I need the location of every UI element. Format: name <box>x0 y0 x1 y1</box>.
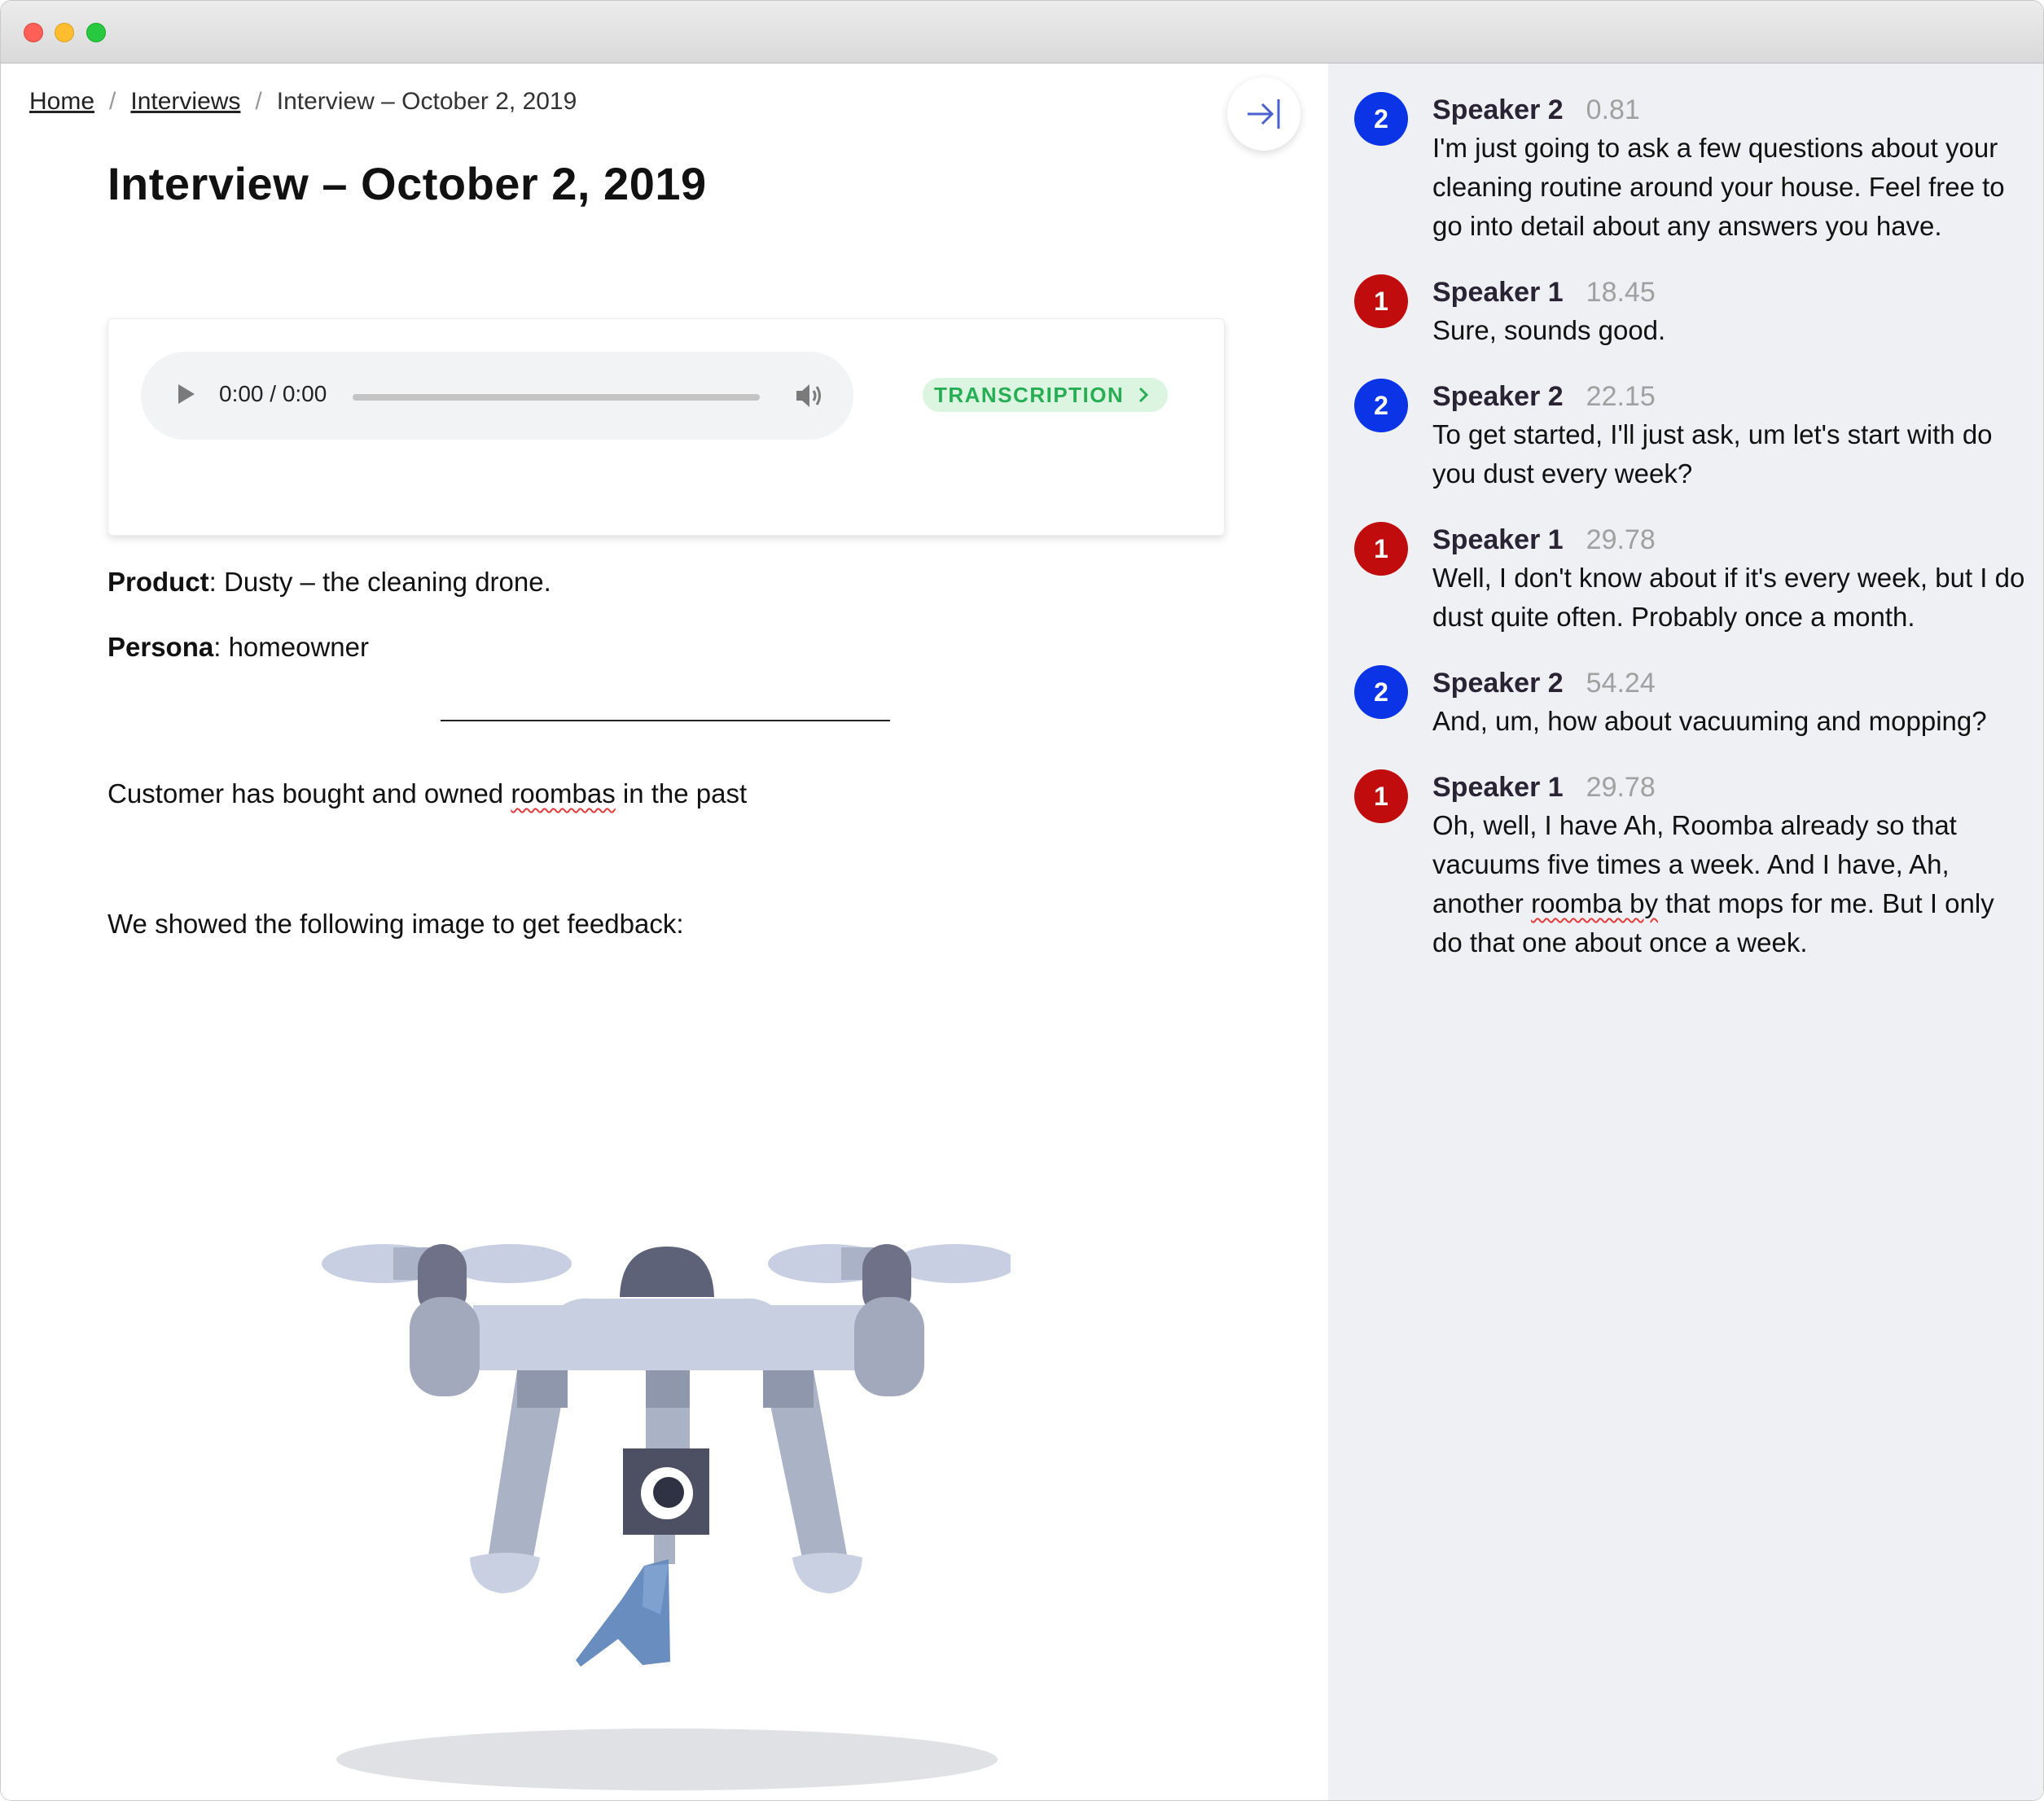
breadcrumb-separator: / <box>109 88 116 115</box>
speaker-badge: 1 <box>1354 522 1408 576</box>
main-content: Home / Interviews / Interview – October 2, 2… <box>1 64 1328 1800</box>
speaker-label: Speaker 2 <box>1432 668 1564 699</box>
minimize-window-button[interactable] <box>55 23 74 42</box>
speaker-name: Speaker 1 29.78 <box>1432 524 1656 556</box>
maximize-window-button[interactable] <box>86 23 106 42</box>
audio-progress-track[interactable] <box>353 394 760 401</box>
note-text-end: in the past <box>615 778 748 808</box>
product-value: : Dusty – the cleaning drone. <box>208 567 551 597</box>
breadcrumb-interviews-link[interactable]: Interviews <box>130 88 240 115</box>
app-window: Home / Interviews / Interview – October 2, 2… <box>0 0 2044 1801</box>
speaker-label: Speaker 1 <box>1432 524 1564 555</box>
transcript-panel: 2 Speaker 2 0.81 I'm just going to ask a … <box>1328 64 2043 1800</box>
transcription-button[interactable]: TRANSCRIPTION <box>923 378 1169 412</box>
title-bar <box>1 1 2043 64</box>
speaker-label: Speaker 1 <box>1432 772 1564 803</box>
close-window-button[interactable] <box>24 23 43 42</box>
timestamp[interactable]: 54.24 <box>1586 668 1656 699</box>
speaker-name: Speaker 2 0.81 <box>1432 94 1640 126</box>
collapse-panel-button[interactable] <box>1227 77 1301 151</box>
speaker-badge: 1 <box>1354 769 1408 823</box>
timestamp[interactable]: 22.15 <box>1586 381 1656 412</box>
audio-card: 0:00 / 0:00 TRANSCRIPTION <box>107 318 1225 536</box>
chevron-right-icon <box>1139 387 1149 403</box>
timestamp[interactable]: 29.78 <box>1586 524 1656 555</box>
timestamp[interactable]: 18.45 <box>1586 277 1656 308</box>
breadcrumb: Home / Interviews / Interview – October 2, 2… <box>29 88 577 116</box>
speaker-name: Speaker 1 18.45 <box>1432 277 1656 309</box>
timestamp[interactable]: 0.81 <box>1586 94 1640 125</box>
feedback-intro: We showed the following image to get fee… <box>107 909 684 939</box>
breadcrumb-current: Interview – October 2, 2019 <box>276 88 577 115</box>
speaker-name: Speaker 2 22.15 <box>1432 381 1656 413</box>
utterance-text: To get started, I'll just ask, um let's … <box>1432 419 1993 489</box>
product-label: Product <box>107 567 209 597</box>
note-text: Customer has bought and owned <box>107 778 511 808</box>
speaker-label: Speaker 2 <box>1432 94 1564 125</box>
note-line: Customer has bought and owned roombas in… <box>107 778 747 809</box>
timestamp[interactable]: 29.78 <box>1586 772 1656 803</box>
spellcheck-flagged-word[interactable]: roombas <box>511 778 615 808</box>
page-title: Interview – October 2, 2019 <box>107 158 707 209</box>
persona-value: : homeowner <box>213 632 369 662</box>
speaker-label: Speaker 1 <box>1432 277 1564 308</box>
speaker-label: Speaker 2 <box>1432 381 1564 412</box>
utterance-text: I'm just going to ask a few questions ab… <box>1432 133 2005 241</box>
speaker-badge: 2 <box>1354 92 1408 146</box>
utterance-text: Well, I don't know about if it's every w… <box>1432 563 2025 632</box>
audio-time: 0:00 / 0:00 <box>219 381 327 406</box>
speaker-badge: 2 <box>1354 665 1408 719</box>
speaker-badge: 2 <box>1354 379 1408 432</box>
arrow-right-to-bar-icon <box>1248 99 1280 129</box>
product-line: Product: Dusty – the cleaning drone. <box>107 567 551 598</box>
utterance-text: And, um, how about vacuuming and mopping… <box>1432 706 1987 736</box>
persona-label: Persona <box>107 632 214 662</box>
spellcheck-flagged-word[interactable]: roomba by <box>1531 888 1658 918</box>
divider <box>441 720 890 721</box>
speaker-name: Speaker 1 29.78 <box>1432 772 1656 804</box>
volume-icon[interactable] <box>794 381 823 410</box>
breadcrumb-home-link[interactable]: Home <box>29 88 94 115</box>
utterance-text: Oh, well, I have Ah, Roomba already so t… <box>1432 806 2027 962</box>
speaker-badge: 1 <box>1354 274 1408 328</box>
audio-player[interactable]: 0:00 / 0:00 <box>141 352 853 440</box>
utterance-text: Sure, sounds good. <box>1432 315 1666 345</box>
persona-line: Persona: homeowner <box>107 632 369 663</box>
speaker-name: Speaker 2 54.24 <box>1432 668 1656 699</box>
transcription-label: TRANSCRIPTION <box>934 382 1125 407</box>
breadcrumb-separator: / <box>255 88 262 115</box>
play-icon[interactable] <box>177 383 196 405</box>
drone-illustration <box>322 1244 1011 1790</box>
